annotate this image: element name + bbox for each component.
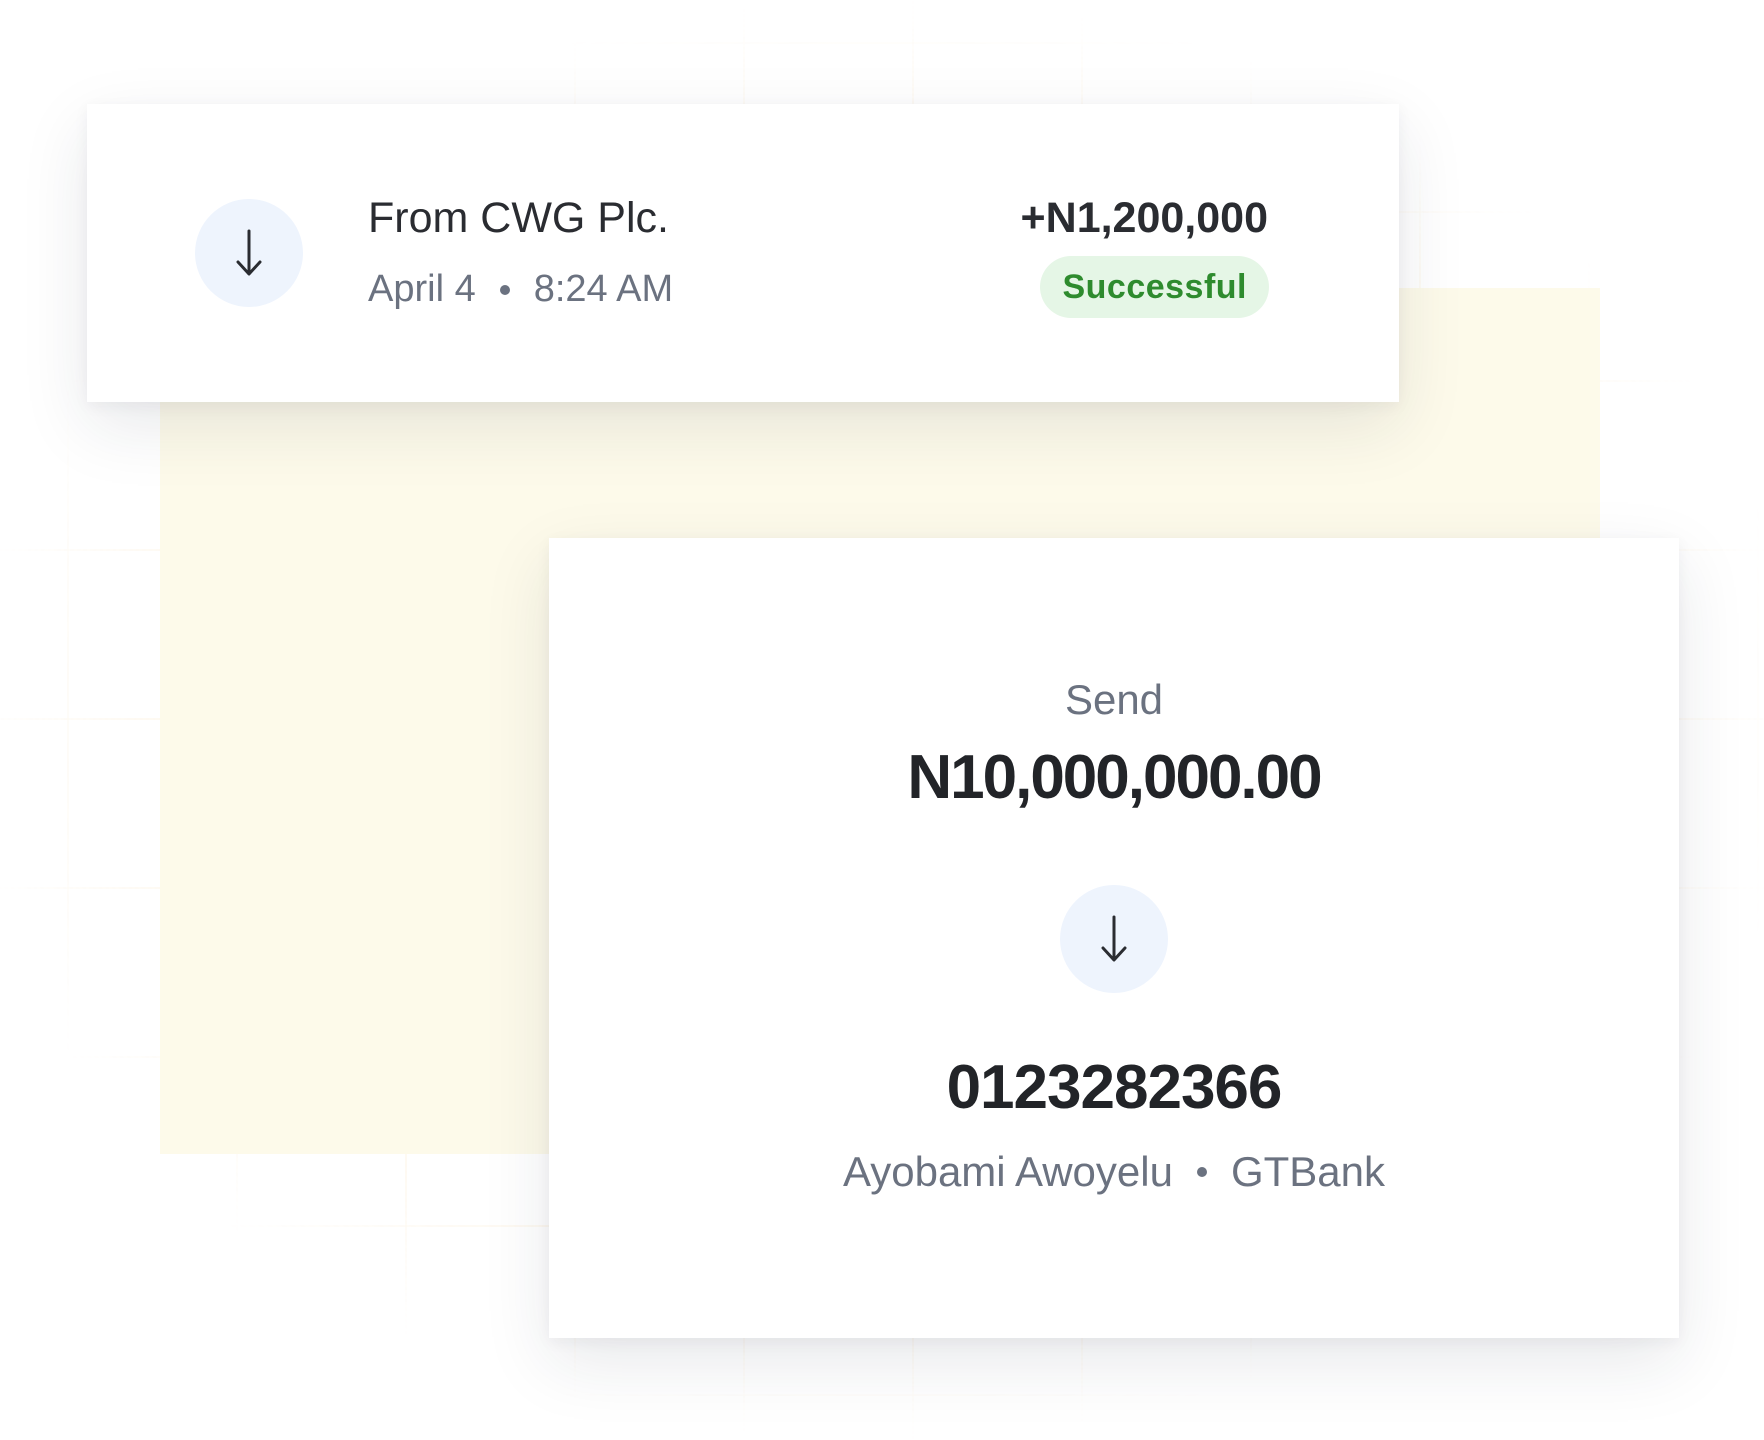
send-card: Send N10,000,000.00 0123282366 Ayobami A… xyxy=(549,538,1679,1338)
transaction-time: 8:24 AM xyxy=(533,268,674,310)
status-badge: Successful xyxy=(1040,256,1269,318)
arrow-down-icon xyxy=(1060,885,1168,993)
send-amount: N10,000,000.00 xyxy=(907,743,1322,812)
transaction-datetime: April 4 8:24 AM xyxy=(368,268,673,311)
transaction-amount: +N1,200,000 xyxy=(1020,194,1268,242)
transaction-card[interactable]: From CWG Plc. April 4 8:24 AM +N1,200,00… xyxy=(87,104,1399,402)
arrow-down-icon xyxy=(195,199,303,307)
separator-dot xyxy=(1196,1167,1207,1177)
recipient-details: Ayobami Awoyelu GTBank xyxy=(549,1148,1679,1196)
recipient-name: Ayobami Awoyelu xyxy=(842,1148,1173,1195)
bank-name: GTBank xyxy=(1230,1148,1386,1195)
send-label: Send xyxy=(1064,676,1164,723)
transaction-date: April 4 xyxy=(368,268,476,310)
account-number: 0123282366 xyxy=(946,1053,1283,1122)
separator-dot xyxy=(499,284,510,295)
transaction-source: From CWG Plc. xyxy=(368,194,669,242)
